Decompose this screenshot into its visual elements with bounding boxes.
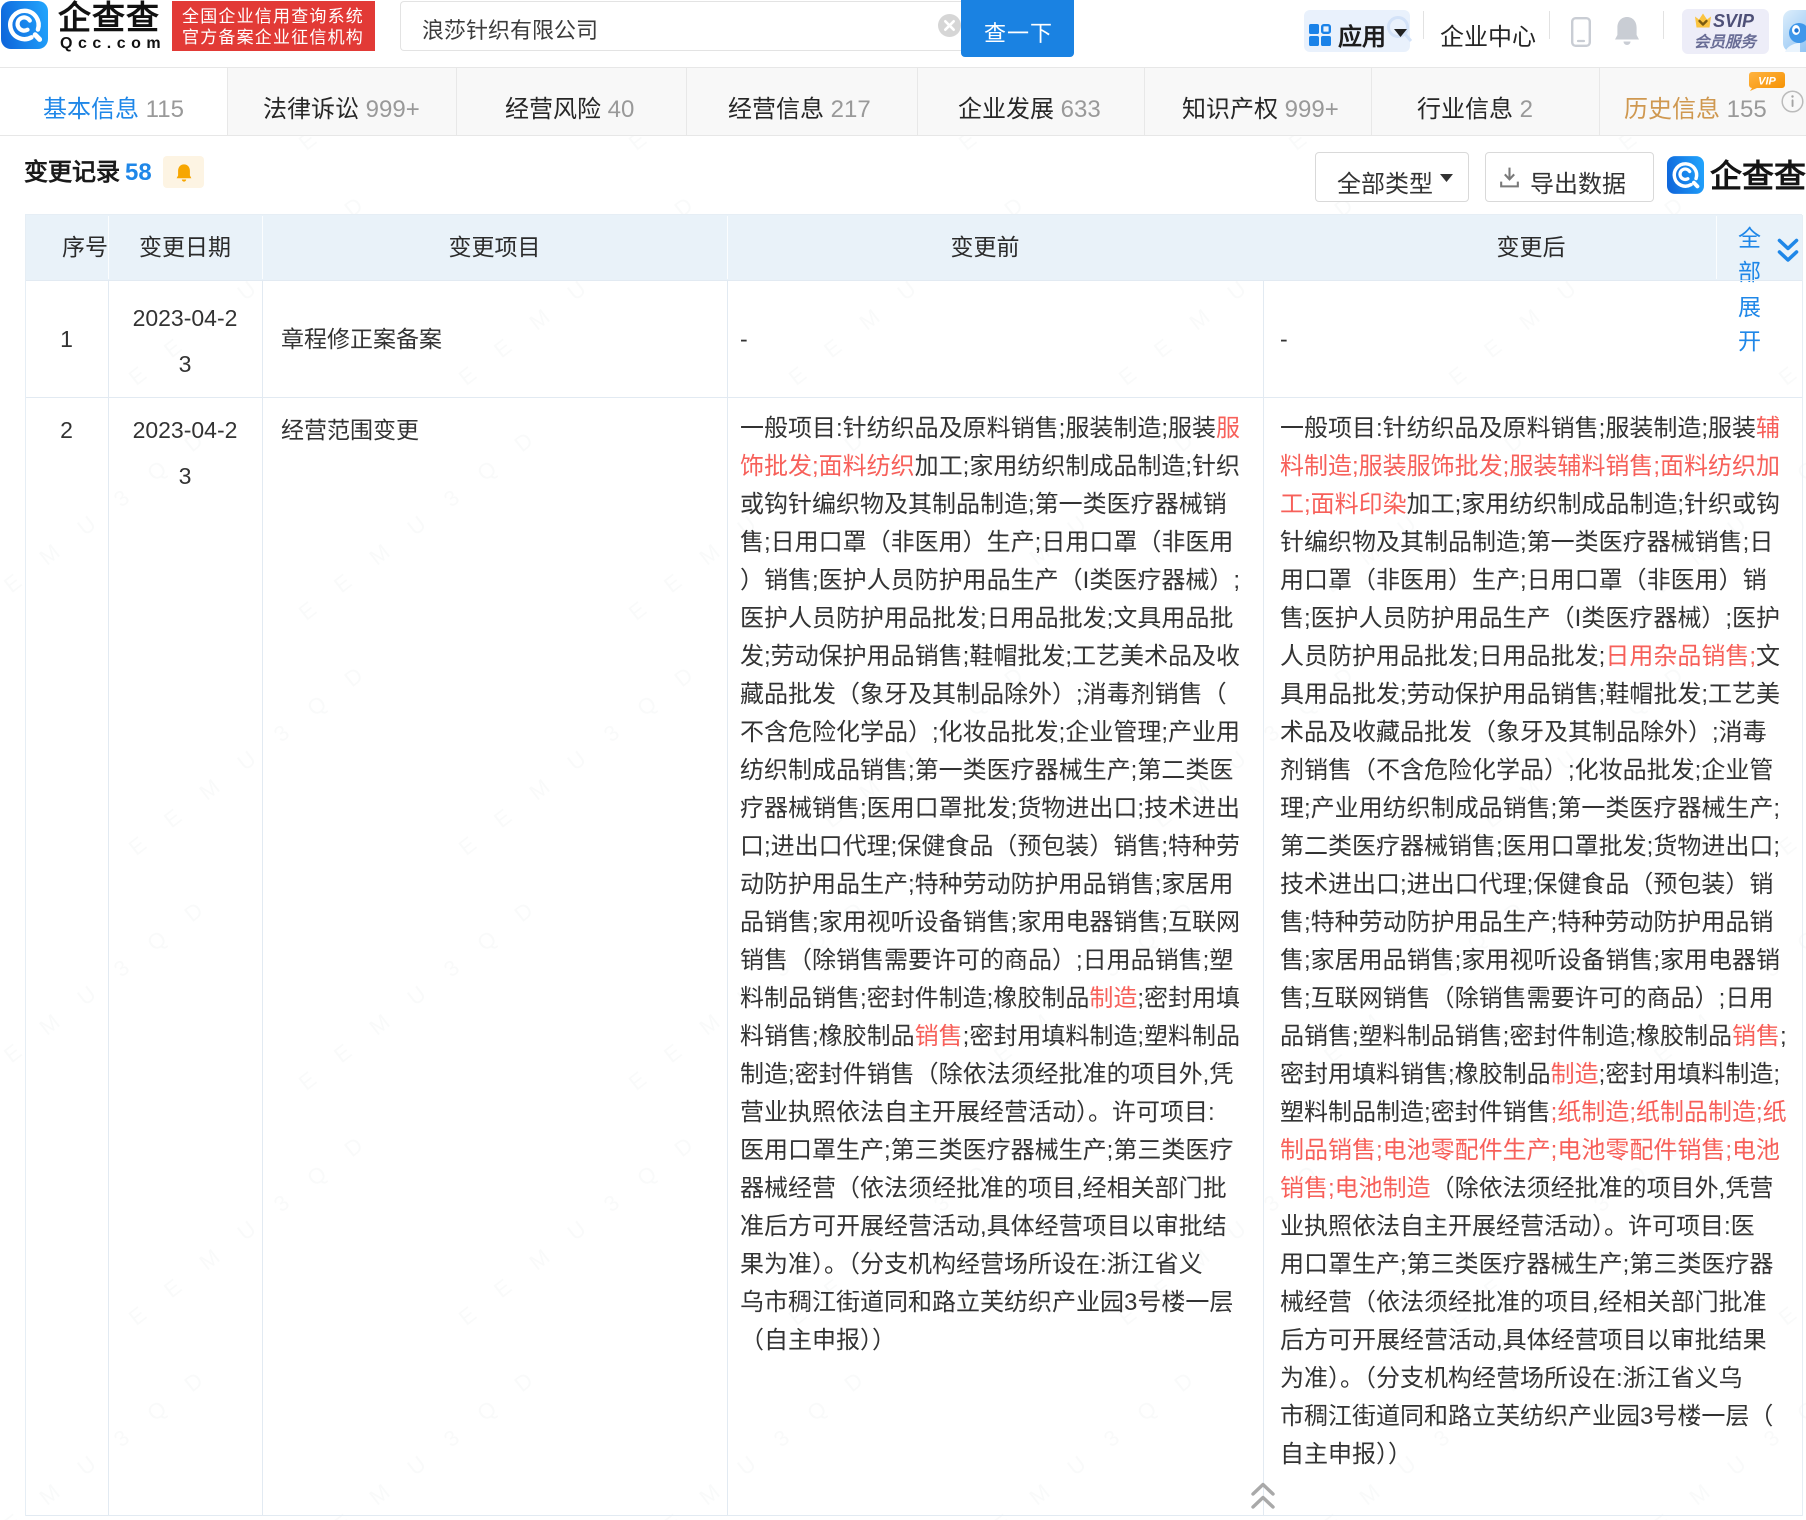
svg-text:VIP: VIP — [1758, 76, 1776, 88]
